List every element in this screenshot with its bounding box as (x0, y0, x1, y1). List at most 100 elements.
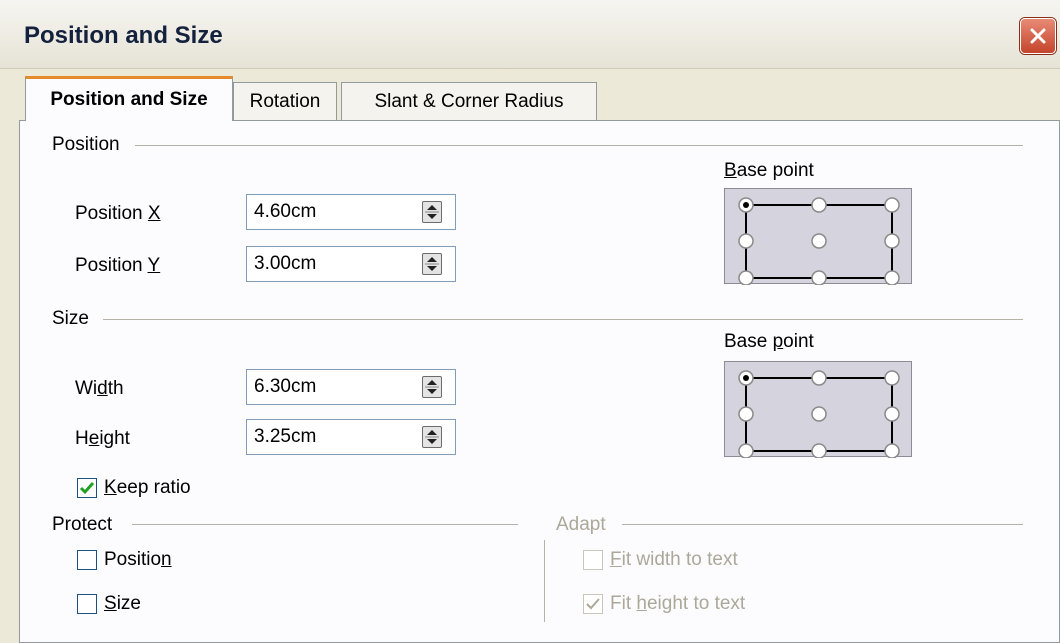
base-point-grid (738, 370, 900, 458)
base-point-bottom-center[interactable] (811, 270, 827, 285)
size-base-point-selector[interactable] (724, 361, 912, 458)
tab-position-and-size[interactable]: Position and Size (25, 76, 233, 121)
position-y-label: Position Y (75, 255, 160, 277)
base-point-grid (738, 197, 900, 285)
mnemonic: X (147, 203, 161, 224)
protect-divider (132, 524, 518, 525)
base-point-center[interactable] (811, 406, 827, 422)
mnemonic: h (636, 593, 647, 614)
label-text: it width to text (621, 549, 738, 570)
height-field[interactable]: 3.25cm (246, 419, 456, 455)
position-x-value[interactable]: 4.60cm (254, 201, 316, 223)
label-text: Position (75, 255, 148, 276)
tab-rotation[interactable]: Rotation (233, 82, 337, 120)
checkmark-icon (586, 598, 600, 610)
position-y-value[interactable]: 3.00cm (254, 253, 316, 275)
base-point-bottom-center[interactable] (811, 443, 827, 458)
base-point-bottom-left[interactable] (738, 270, 754, 285)
height-spin-button[interactable] (422, 426, 442, 448)
base-point-top-center[interactable] (811, 197, 827, 213)
adapt-section-label: Adapt (556, 514, 606, 535)
label-text: oint (783, 331, 814, 352)
position-x-label: Position X (75, 203, 161, 225)
title-bar[interactable]: Position and Size (0, 0, 1060, 69)
base-point-top-right[interactable] (884, 197, 900, 213)
position-y-field[interactable]: 3.00cm (246, 246, 456, 282)
position-y-spin-button[interactable] (422, 253, 442, 275)
label-text: Positio (104, 549, 162, 570)
base-point-top-right[interactable] (884, 370, 900, 386)
tab-label: Slant & Corner Radius (374, 90, 564, 112)
base-point-bottom-right[interactable] (884, 443, 900, 458)
keep-ratio-label[interactable]: Keep ratio (104, 477, 191, 499)
base-point-bottom-right[interactable] (884, 270, 900, 285)
base-point-middle-left[interactable] (738, 233, 754, 249)
checkmark-icon (79, 482, 95, 495)
mnemonic: K (104, 477, 117, 498)
protect-position-checkbox[interactable] (77, 550, 97, 570)
position-base-point-label: Base point (724, 160, 814, 182)
dialog-title: Position and Size (24, 22, 223, 49)
tab-label: Rotation (249, 90, 321, 112)
tab-slant-corner-radius[interactable]: Slant & Corner Radius (341, 82, 597, 120)
fit-height-checkbox[interactable] (583, 594, 603, 614)
position-x-spin-button[interactable] (422, 201, 442, 223)
label-text: eight to text (646, 593, 746, 614)
adapt-divider (622, 524, 1023, 525)
spin-arrows-icon (425, 380, 439, 394)
fit-width-label[interactable]: Fit width to text (610, 549, 738, 571)
protect-size-checkbox[interactable] (77, 594, 97, 614)
close-icon (1030, 28, 1046, 44)
adapt-separator (544, 540, 545, 622)
close-button[interactable] (1020, 18, 1056, 54)
size-base-point-label: Base point (724, 331, 814, 353)
protect-size-label[interactable]: Size (104, 593, 141, 615)
position-x-field[interactable]: 4.60cm (246, 194, 456, 230)
selected-dot (743, 202, 749, 208)
position-section-label: Position (52, 134, 120, 155)
position-base-point-selector[interactable] (724, 188, 912, 285)
size-divider (103, 319, 1023, 320)
protect-section-label: Protect (52, 514, 113, 535)
width-label: Width (75, 378, 124, 400)
width-field[interactable]: 6.30cm (246, 369, 456, 405)
label-text: Position (75, 203, 148, 224)
fit-height-label[interactable]: Fit height to text (610, 593, 745, 615)
base-point-bottom-left[interactable] (738, 443, 754, 458)
label-text: ize (116, 593, 141, 614)
label-text: eep ratio (116, 477, 191, 498)
keep-ratio-checkbox[interactable] (77, 478, 97, 498)
mnemonic: d (97, 378, 108, 399)
position-divider (135, 145, 1023, 146)
label-text: Base (724, 331, 773, 352)
height-label: Height (75, 428, 130, 450)
spin-arrows-icon (425, 257, 439, 271)
spin-arrows-icon (425, 205, 439, 219)
base-point-top-center[interactable] (811, 370, 827, 386)
label-text: ase point (736, 160, 814, 181)
label-text: Fit (610, 593, 637, 614)
base-point-middle-left[interactable] (738, 406, 754, 422)
spin-arrows-icon (425, 430, 439, 444)
selected-dot (743, 375, 749, 381)
fit-width-checkbox[interactable] (583, 550, 603, 570)
mnemonic: Y (147, 255, 161, 276)
mnemonic: S (104, 593, 117, 614)
mnemonic: n (161, 549, 172, 570)
label-text: H (75, 428, 89, 449)
width-value[interactable]: 6.30cm (254, 376, 316, 398)
tab-label: Position and Size (50, 89, 208, 110)
width-spin-button[interactable] (422, 376, 442, 398)
label-text: ight (99, 428, 130, 449)
height-value[interactable]: 3.25cm (254, 426, 316, 448)
mnemonic: e (88, 428, 100, 449)
base-point-middle-right[interactable] (884, 406, 900, 422)
size-section-label: Size (52, 308, 89, 329)
position-and-size-dialog: Position and Size Position and Size Rota… (0, 0, 1060, 643)
mnemonic: p (772, 331, 784, 352)
mnemonic: B (724, 160, 737, 181)
base-point-middle-right[interactable] (884, 233, 900, 249)
base-point-center[interactable] (811, 233, 827, 249)
label-text: Wi (75, 378, 98, 399)
protect-position-label[interactable]: Position (104, 549, 172, 571)
